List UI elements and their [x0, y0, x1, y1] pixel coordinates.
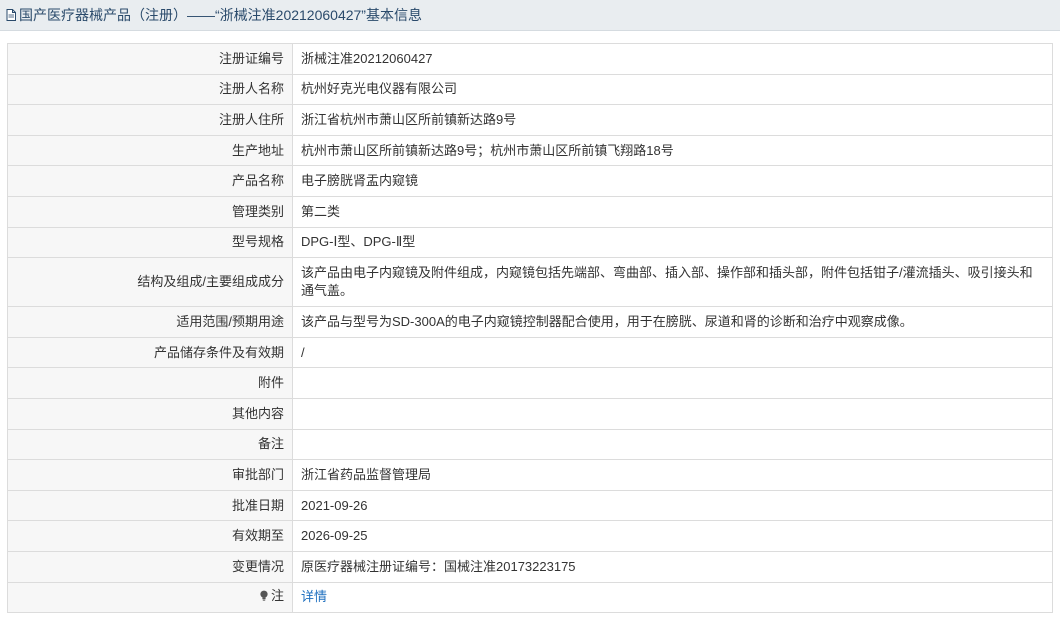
field-label: 注册人住所: [7, 104, 293, 136]
table-row: 产品名称 电子膀胱肾盂内窥镜: [7, 165, 1053, 197]
field-label: 批准日期: [7, 489, 293, 522]
field-label: 有效期至: [7, 520, 293, 552]
field-label: 产品名称: [7, 165, 293, 197]
field-label: 注册人名称: [7, 73, 293, 106]
table-row: 生产地址 杭州市萧山区所前镇新达路9号；杭州市萧山区所前镇飞翔路18号: [7, 134, 1053, 167]
field-value: 第二类: [292, 195, 1053, 228]
field-label: 变更情况: [7, 550, 293, 583]
field-label: 注册证编号: [7, 43, 293, 75]
field-value: [292, 397, 1053, 430]
table-row: 适用范围/预期用途 该产品与型号为SD-300A的电子内窥镜控制器配合使用，用于…: [7, 306, 1053, 338]
table-row: 注册人名称 杭州好克光电仪器有限公司: [7, 73, 1053, 106]
note-label-cell: 注: [7, 581, 293, 614]
field-value: 2026-09-25: [292, 520, 1053, 552]
table-row: 产品储存条件及有效期 /: [7, 336, 1053, 369]
field-label: 其他内容: [7, 397, 293, 430]
field-value: 杭州市萧山区所前镇新达路9号；杭州市萧山区所前镇飞翔路18号: [292, 134, 1053, 167]
page-title: 国产医疗器械产品（注册）——“浙械注准20212060427”基本信息: [19, 7, 422, 23]
table-row: 结构及组成/主要组成成分 该产品由电子内窥镜及附件组成，内窥镜包括先端部、弯曲部…: [7, 257, 1053, 308]
details-link[interactable]: 详情: [301, 589, 327, 604]
field-value: 杭州好克光电仪器有限公司: [292, 73, 1053, 106]
field-value: [292, 367, 1053, 399]
detail-table-container: 注册证编号 浙械注准20212060427 注册人名称 杭州好克光电仪器有限公司…: [7, 43, 1053, 614]
field-value: DPG-Ⅰ型、DPG-Ⅱ型: [292, 226, 1053, 259]
page-title-bar: 国产医疗器械产品（注册）——“浙械注准20212060427”基本信息: [0, 0, 1060, 31]
table-row: 附件: [7, 367, 1053, 399]
field-value: 该产品由电子内窥镜及附件组成，内窥镜包括先端部、弯曲部、插入部、操作部和插头部，…: [292, 257, 1053, 308]
field-value: 浙江省药品监督管理局: [292, 459, 1053, 491]
field-value: 2021-09-26: [292, 489, 1053, 522]
field-value: 浙械注准20212060427: [292, 43, 1053, 75]
field-value: 原医疗器械注册证编号：国械注准20173223175: [292, 550, 1053, 583]
table-row: 注册人住所 浙江省杭州市萧山区所前镇新达路9号: [7, 104, 1053, 136]
table-row: 批准日期 2021-09-26: [7, 489, 1053, 522]
table-row: 型号规格 DPG-Ⅰ型、DPG-Ⅱ型: [7, 226, 1053, 259]
table-row: 审批部门 浙江省药品监督管理局: [7, 459, 1053, 491]
note-label-wrap: 注: [259, 587, 284, 605]
detail-table: 注册证编号 浙械注准20212060427 注册人名称 杭州好克光电仪器有限公司…: [7, 43, 1053, 614]
field-label: 型号规格: [7, 226, 293, 259]
field-label: 结构及组成/主要组成成分: [7, 257, 293, 308]
field-value: 电子膀胱肾盂内窥镜: [292, 165, 1053, 197]
note-label: 注: [270, 588, 284, 604]
field-label: 产品储存条件及有效期: [7, 336, 293, 369]
table-row: 备注: [7, 428, 1053, 461]
field-label: 附件: [7, 367, 293, 399]
field-value: [292, 428, 1053, 461]
field-value: 浙江省杭州市萧山区所前镇新达路9号: [292, 104, 1053, 136]
table-row: 管理类别 第二类: [7, 195, 1053, 228]
field-label: 生产地址: [7, 134, 293, 167]
note-row: 注 详情: [7, 581, 1053, 614]
table-row: 其他内容: [7, 397, 1053, 430]
table-row: 有效期至 2026-09-25: [7, 520, 1053, 552]
document-icon: [6, 9, 16, 22]
lightbulb-icon: [260, 590, 268, 602]
field-label: 适用范围/预期用途: [7, 306, 293, 338]
field-label: 管理类别: [7, 195, 293, 228]
field-value: /: [292, 336, 1053, 369]
table-row: 变更情况 原医疗器械注册证编号：国械注准20173223175: [7, 550, 1053, 583]
field-value: 该产品与型号为SD-300A的电子内窥镜控制器配合使用，用于在膀胱、尿道和肾的诊…: [292, 306, 1053, 338]
field-label: 备注: [7, 428, 293, 461]
table-row: 注册证编号 浙械注准20212060427: [7, 43, 1053, 75]
note-value-cell: 详情: [292, 581, 1053, 614]
field-label: 审批部门: [7, 459, 293, 491]
